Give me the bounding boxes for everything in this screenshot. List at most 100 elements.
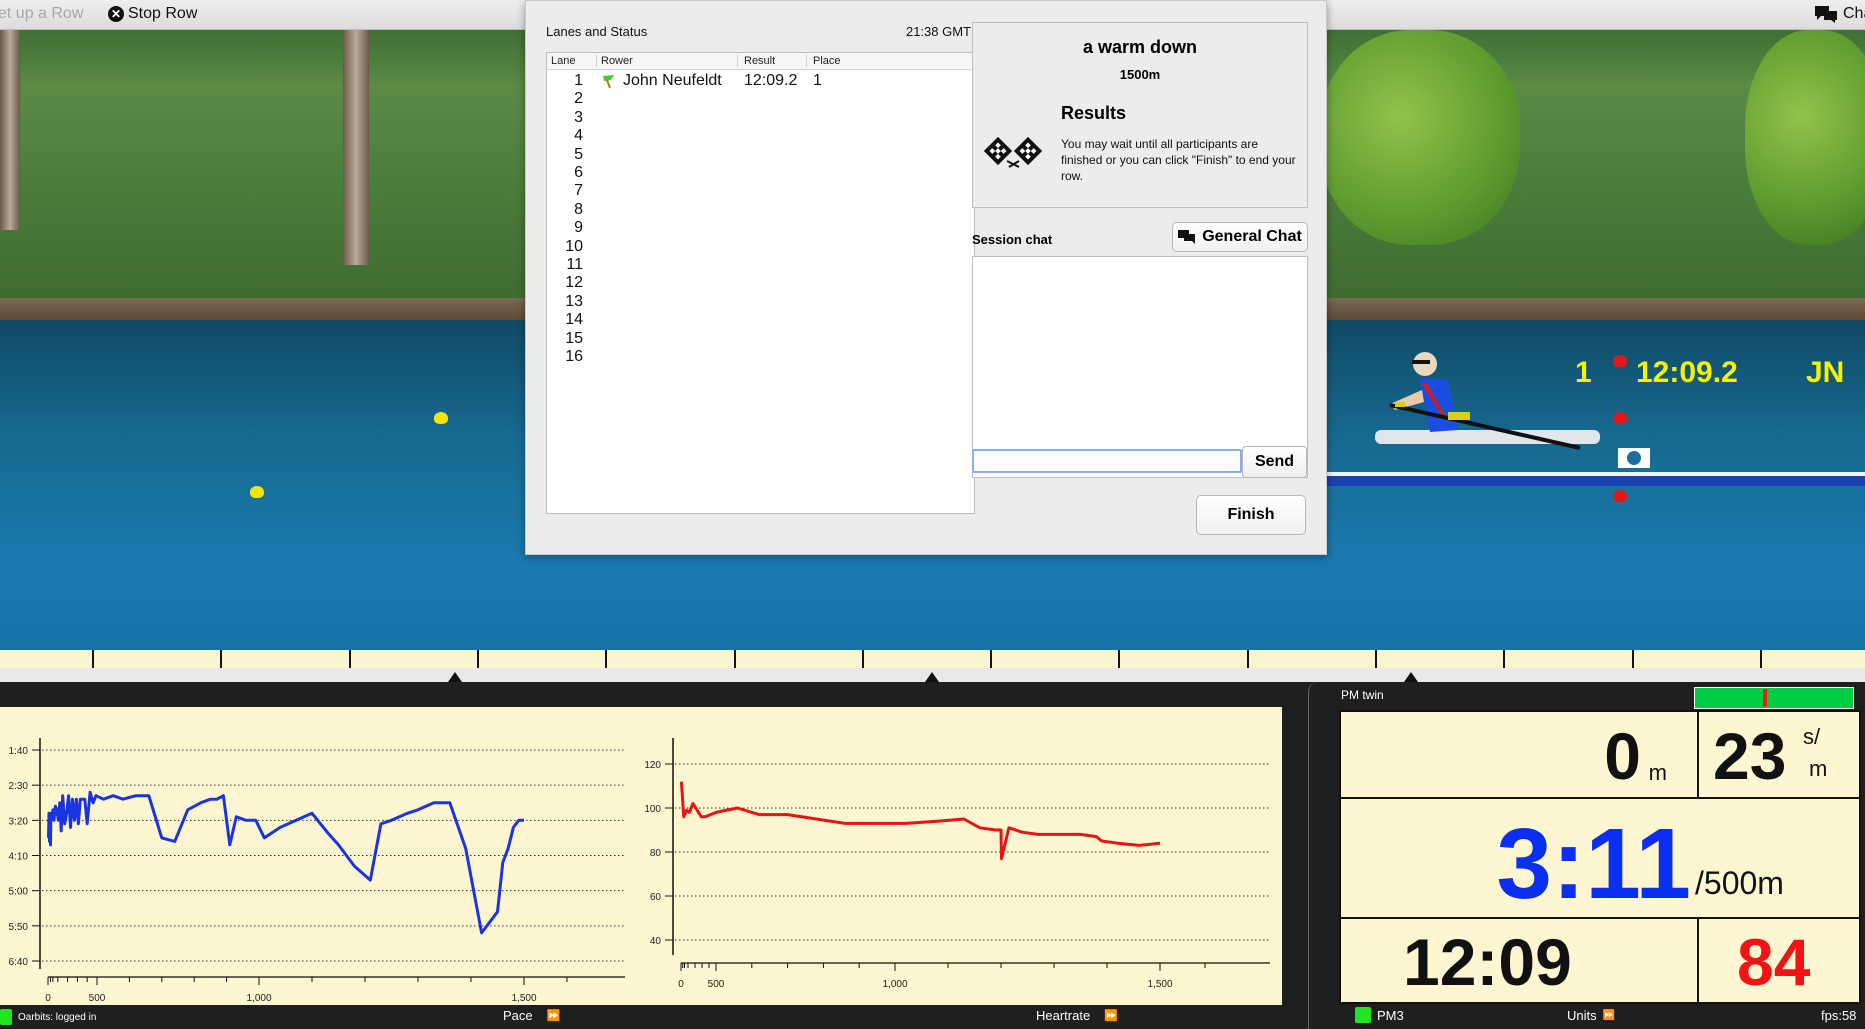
set-up-row-label: et up a Row [0,5,84,22]
lane-number: 5 [574,145,583,163]
x-tick-label: 1,500 [511,993,536,1004]
race-name: a warm down [1082,37,1198,57]
elapsed-time-cell: 12:09 [1339,917,1699,1004]
column-header-result[interactable]: Result [744,55,775,67]
y-tick-label: 100 [644,804,661,815]
rower-cell: John Neufeldt [601,72,722,90]
rower-name: John Neufeldt [623,72,722,89]
ruler-tick [476,650,479,668]
pm-title: PM twin [1341,688,1384,702]
y-tick-label: 60 [650,892,662,903]
race-info-box: a warm down 1500m Results You may wait u… [972,22,1308,208]
x-tick-label: 1,500 [1147,979,1172,990]
lane-number: 2 [574,90,583,108]
y-tick-label: 1:40 [9,746,29,757]
overlay-place: 1 [1575,356,1592,389]
pace-chart-toggle[interactable]: Pace ⏩ [503,1008,560,1023]
chat-bubbles-icon [1815,6,1837,23]
chat-button[interactable]: Cha [1815,5,1865,23]
column-divider [737,55,738,67]
y-tick-label: 6:40 [9,957,29,968]
y-tick-label: 5:00 [9,887,29,898]
pace-label: Pace [503,1008,533,1023]
force-curve-marker [1762,689,1767,707]
tree-trunk [0,30,20,230]
course-ruler [0,650,1865,668]
column-header-rower[interactable]: Rower [601,55,633,67]
lanes-table-header: Lane Rower Result Place [547,53,974,70]
pace-unit: /500m [1695,865,1784,901]
units-label: Units [1567,1008,1597,1023]
column-header-place[interactable]: Place [813,55,841,67]
finish-button[interactable]: Finish [1196,495,1306,535]
column-divider [806,55,807,67]
column-header-lane[interactable]: Lane [551,55,575,67]
ruler-tick [1246,650,1249,668]
results-message: You may wait until all participants are … [1061,137,1296,183]
stroke-rate-unit-bottom: m [1809,756,1828,781]
units-toggle[interactable]: Units ⏩ [1567,1008,1615,1023]
position-marker-icon [448,672,462,682]
x-tick-label: 500 [708,979,725,990]
elapsed-time-value: 12:09 [1403,925,1572,999]
chat-bubbles-icon [1178,230,1196,244]
lane-number: 3 [574,108,583,126]
session-chat-label: Session chat [972,232,1053,247]
x-tick-label: 1,000 [882,979,907,990]
green-flag-icon [603,75,614,89]
overlay-time: 12:09.2 [1636,356,1738,389]
lanes-status-dialog: Lanes and Status 21:38 GMT Lane Rower Re… [525,0,1327,555]
session-chat-log[interactable] [972,256,1308,478]
fast-forward-icon: ⏩ [1104,1010,1118,1022]
ruler-tick [1375,650,1377,668]
place: 1 [813,72,822,89]
pace-value: 3:11 [1496,808,1691,920]
y-tick-label: 80 [650,848,662,859]
position-marker-icon [1404,672,1418,682]
ruler-tick [990,650,993,668]
column-divider [596,55,597,67]
heart-rate-cell: 84 [1697,917,1861,1004]
ruler-tick [1631,650,1634,668]
chat-label: Cha [1843,5,1865,22]
y-tick-label: 4:10 [9,852,29,863]
ruler-tick [605,650,608,668]
send-button[interactable]: Send [1242,446,1307,478]
ruler-tick [1503,650,1506,668]
status-indicator-icon [1355,1007,1371,1023]
set-up-row-button[interactable]: et up a Row [0,5,83,23]
general-chat-label: General Chat [1202,228,1302,245]
y-tick-label: 5:50 [9,922,29,933]
chat-message-input[interactable] [972,449,1242,473]
lane-number: 12 [565,274,583,292]
course-ruler-markers [0,668,1865,682]
lane-number: 13 [565,292,583,310]
checkered-flags-icon [983,136,1043,168]
lane-number: 11 [566,256,583,273]
charts-panel: 1:40 2:30 3:20 4:10 5:00 5:50 6:40 0 500 1,000 1,5… [0,682,1300,1029]
ruler-tick [1118,650,1121,668]
fast-forward-icon: ⏩ [1602,1010,1616,1021]
stop-row-button[interactable]: ✕ Stop Row [108,5,197,23]
ruler-tick [861,650,864,668]
y-tick-label: 40 [650,936,662,947]
ruler-tick [348,650,351,668]
oarbits-status: Oarbits: logged in [0,1009,96,1025]
lane-number: 8 [574,200,583,218]
y-tick-label: 3:20 [9,816,29,827]
fast-forward-icon: ⏩ [546,1010,561,1022]
heartrate-chart-toggle[interactable]: Heartrate ⏩ [1036,1008,1118,1023]
lane-number: 1 [574,72,583,89]
result-time: 12:09.2 [744,72,798,89]
stop-row-label: Stop Row [128,5,198,22]
lane-row[interactable]: 16 [547,348,974,370]
lane-number: 16 [565,348,583,365]
fps-label: fps:58 [1821,1008,1857,1023]
pm-display: 0 m 23 s/ m 3:11 /500m 12:09 84 [1339,710,1861,1004]
clock: 21:38 GMT [905,24,971,39]
lane-number: 10 [565,237,583,255]
lane-number: 9 [574,219,583,237]
race-distance: 1500m [1119,67,1161,82]
general-chat-button[interactable]: General Chat [1172,222,1308,252]
heartrate-label: Heartrate [1036,1008,1091,1023]
